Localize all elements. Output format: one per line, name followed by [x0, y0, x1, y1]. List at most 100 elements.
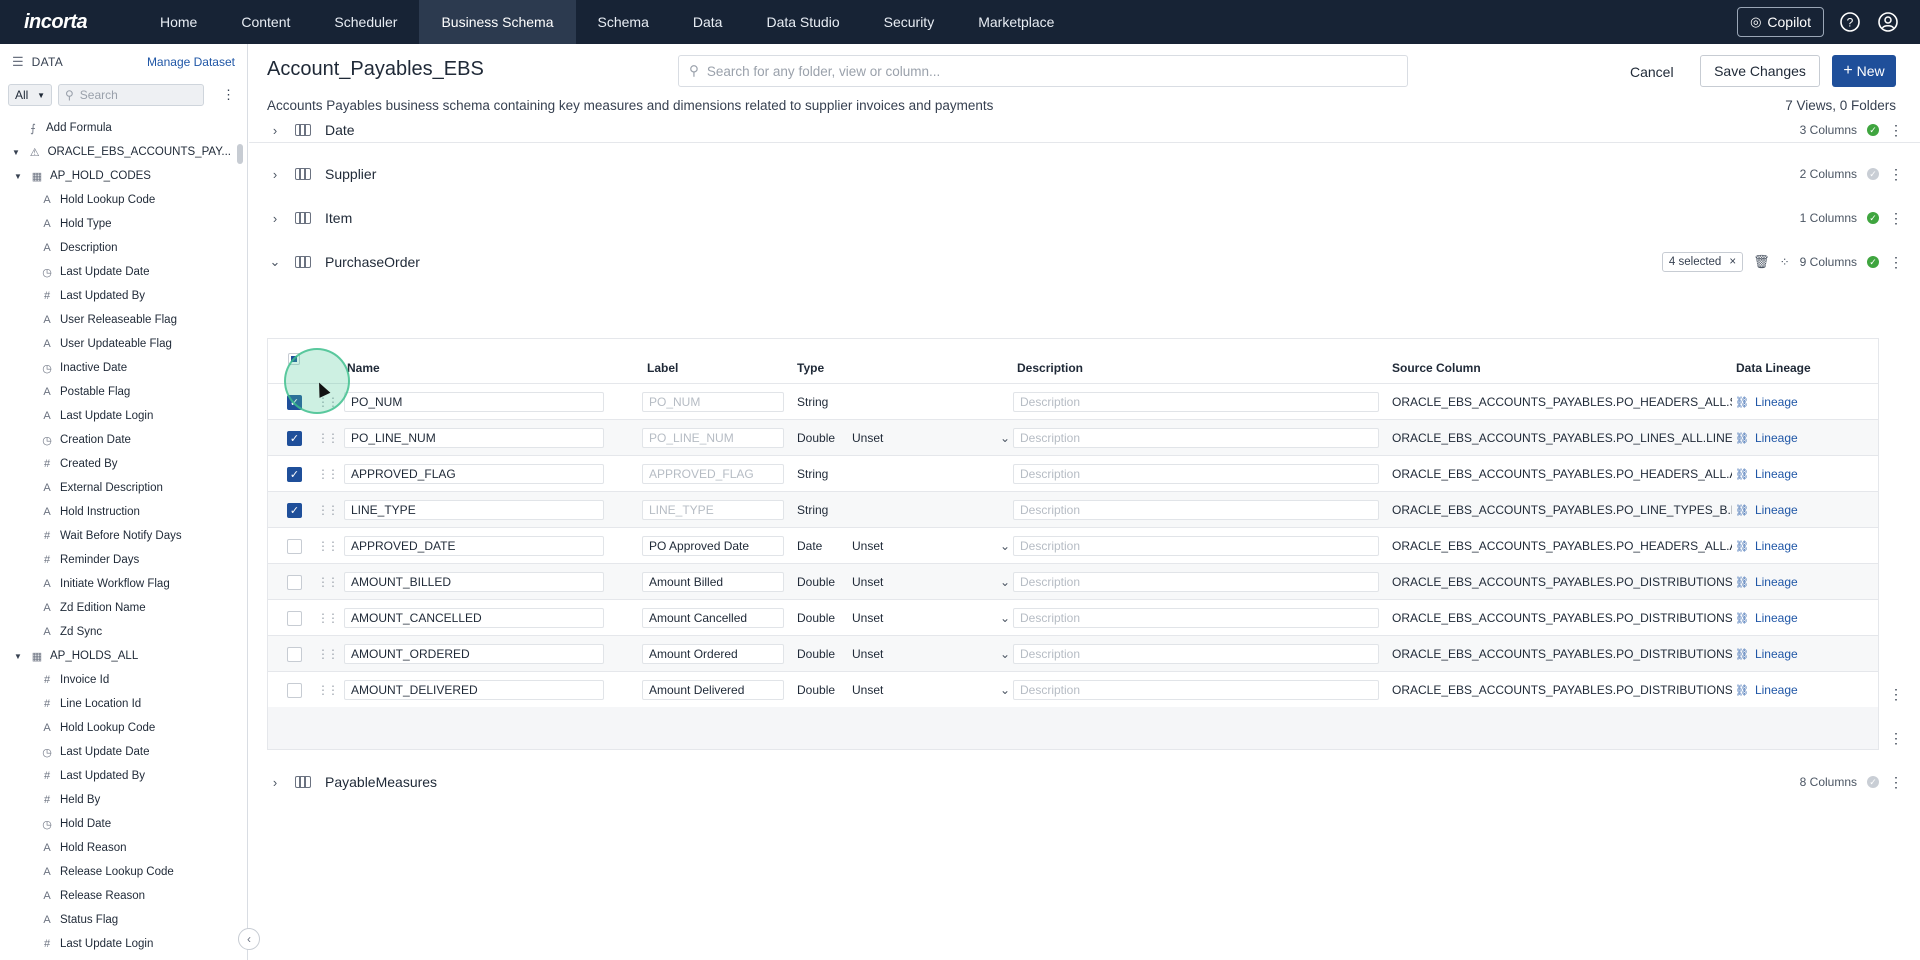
table-row[interactable]: ✓ ⋮⋮ PO_LINE_NUM PO_LINE_NUM Double Unset ⌄ Des… [268, 419, 1878, 455]
nav-item-security[interactable]: Security [862, 0, 957, 44]
drag-handle-icon[interactable]: ⋮⋮ [317, 420, 339, 456]
tree-column-item[interactable]: A Status Flag [0, 908, 231, 932]
tree-column-item[interactable]: ◷ Last Update Date [0, 260, 231, 284]
tree-column-item[interactable]: A Hold Type [0, 212, 231, 236]
lineage-link[interactable]: ⛓ Lineage [1735, 456, 1798, 492]
view-row-purchaseorder[interactable]: ⌄ PurchaseOrder 4 selected × 🗑 ⁘ 9 Columns ✓ ⋮ [267, 244, 1903, 280]
lineage-link[interactable]: ⛓ Lineage [1735, 672, 1798, 708]
tree-column-item[interactable]: A User Releaseable Flag [0, 308, 231, 332]
more-options-icon[interactable]: ⋮ [1889, 210, 1903, 227]
description-input[interactable]: Description [1013, 680, 1379, 700]
tree-column-item[interactable]: A Initiate Workflow Flag [0, 572, 231, 596]
tree-node-table[interactable]: ▼ ▦ AP_HOLD_CODES [0, 164, 231, 188]
row-checkbox[interactable] [287, 646, 302, 662]
chevron-right-icon[interactable]: › [267, 775, 283, 790]
label-input[interactable]: Amount Cancelled [642, 608, 784, 628]
name-input[interactable]: AMOUNT_DELIVERED [344, 680, 604, 700]
chevron-right-icon[interactable]: › [267, 167, 283, 182]
lineage-link[interactable]: ⛓ Lineage [1735, 636, 1798, 672]
name-input[interactable]: AMOUNT_CANCELLED [344, 608, 604, 628]
expand-caret-icon[interactable]: ▼ [12, 148, 24, 157]
tree-column-item[interactable]: A Release Reason [0, 884, 231, 908]
description-input[interactable]: Description [1013, 536, 1379, 556]
view-row-supplier[interactable]: › Supplier 2 Columns ✓ ⋮ [267, 156, 1903, 192]
lineage-link[interactable]: ⛓ Lineage [1735, 384, 1798, 420]
name-input[interactable]: PO_LINE_NUM [344, 428, 604, 448]
name-input[interactable]: AMOUNT_ORDERED [344, 644, 604, 664]
copilot-button[interactable]: ◎ Copilot [1737, 7, 1824, 37]
label-input[interactable]: PO Approved Date [642, 536, 784, 556]
tree-column-item[interactable]: ◷ Hold Date [0, 812, 231, 836]
tree-column-item[interactable]: # Last Updated By [0, 284, 231, 308]
tree-column-item[interactable]: A Hold Reason [0, 836, 231, 860]
tree-column-item[interactable]: # Invoice Id [0, 668, 231, 692]
new-button[interactable]: + New [1832, 55, 1896, 87]
nav-item-scheduler[interactable]: Scheduler [312, 0, 419, 44]
aggregation-select[interactable]: Unset ⌄ [852, 647, 1010, 661]
selection-chip[interactable]: 4 selected × [1661, 252, 1744, 272]
chevron-right-icon[interactable]: › [267, 211, 283, 226]
label-input[interactable]: Amount Ordered [642, 644, 784, 664]
tree-column-item[interactable]: # Wait Before Notify Days [0, 524, 231, 548]
table-row[interactable]: ⋮⋮ APPROVED_DATE PO Approved Date Date Unset… [268, 527, 1878, 563]
drag-handle-icon[interactable]: ⋮⋮ [317, 600, 339, 636]
tree-column-item[interactable]: A Description [0, 236, 231, 260]
row-checkbox[interactable] [287, 538, 302, 554]
list-icon[interactable]: ☰ [12, 54, 24, 70]
nav-item-schema[interactable]: Schema [576, 0, 671, 44]
tree-column-item[interactable]: # Last Update Login [0, 932, 231, 956]
nav-item-business-schema[interactable]: Business Schema [419, 0, 576, 44]
tree-column-item[interactable]: A External Description [0, 476, 231, 500]
tree-column-item[interactable]: A Zd Edition Name [0, 596, 231, 620]
view-row-date[interactable]: › Date 3 Columns ✓ ⋮ [267, 112, 1903, 148]
tree-column-item[interactable]: ◷ Last Update Date [0, 740, 231, 764]
more-options-icon[interactable]: ⋮ [1889, 166, 1903, 183]
drag-handle-icon[interactable]: ⋮⋮ [317, 636, 339, 672]
description-input[interactable]: Description [1013, 392, 1379, 412]
chevron-down-icon[interactable]: ⌄ [267, 254, 283, 270]
table-row[interactable]: ✓ ⋮⋮ APPROVED_FLAG APPROVED_FLAG String Descr… [268, 455, 1878, 491]
description-input[interactable]: Description [1013, 644, 1379, 664]
tree-column-item[interactable]: A User Updateable Flag [0, 332, 231, 356]
tree-column-item[interactable]: A Hold Lookup Code [0, 188, 231, 212]
expand-caret-icon[interactable]: ▼ [14, 652, 26, 661]
drag-handle-icon[interactable]: ⋮⋮ [317, 564, 339, 600]
description-input[interactable]: Description [1013, 572, 1379, 592]
filter-select[interactable]: All ▼ [8, 84, 52, 106]
tree-column-item[interactable]: # Line Location Id [0, 692, 231, 716]
description-input[interactable]: Description [1013, 464, 1379, 484]
help-icon[interactable]: ? [1838, 10, 1862, 34]
label-input[interactable]: PO_LINE_NUM [642, 428, 784, 448]
row-checkbox[interactable] [287, 682, 302, 698]
drag-handle-icon[interactable]: ⋮⋮ [317, 672, 339, 708]
delete-icon[interactable]: 🗑 [1753, 254, 1770, 270]
save-changes-button[interactable]: Save Changes [1700, 55, 1820, 87]
aggregation-select[interactable]: Unset ⌄ [852, 431, 1010, 445]
nav-item-home[interactable]: Home [138, 0, 219, 44]
name-input[interactable]: AMOUNT_BILLED [344, 572, 604, 592]
tree-column-item[interactable]: ◷ Creation Date [0, 428, 231, 452]
more-options-icon[interactable]: ⋮ [1889, 686, 1903, 703]
more-options-icon[interactable]: ⋮ [1889, 730, 1903, 747]
tree-column-item[interactable]: A Hold Instruction [0, 500, 231, 524]
label-input[interactable]: PO_NUM [642, 392, 784, 412]
tree-column-item[interactable]: A Postable Flag [0, 380, 231, 404]
aggregation-select[interactable]: Unset ⌄ [852, 575, 1010, 589]
table-row[interactable]: ⋮⋮ AMOUNT_ORDERED Amount Ordered Double Unse… [268, 635, 1878, 671]
description-input[interactable]: Description [1013, 608, 1379, 628]
row-checkbox[interactable]: ✓ [287, 466, 302, 482]
name-input[interactable]: APPROVED_DATE [344, 536, 604, 556]
nav-item-data-studio[interactable]: Data Studio [744, 0, 861, 44]
drag-handle-icon[interactable]: ⋮⋮ [317, 456, 339, 492]
label-input[interactable]: LINE_TYPE [642, 500, 784, 520]
label-input[interactable]: Amount Delivered [642, 680, 784, 700]
clear-selection-icon[interactable]: × [1729, 256, 1736, 268]
view-row-payablemeasures[interactable]: › PayableMeasures 8 Columns ✓ ⋮ [267, 764, 1903, 800]
more-options-icon[interactable]: ⋮ [1889, 254, 1903, 271]
sidebar-search-input[interactable]: ⚲ Search [58, 84, 204, 106]
tree-column-item[interactable]: A Hold Lookup Code [0, 716, 231, 740]
lineage-link[interactable]: ⛓ Lineage [1735, 420, 1798, 456]
nav-item-marketplace[interactable]: Marketplace [956, 0, 1076, 44]
tree-column-item[interactable]: A Release Lookup Code [0, 860, 231, 884]
label-input[interactable]: APPROVED_FLAG [642, 464, 784, 484]
